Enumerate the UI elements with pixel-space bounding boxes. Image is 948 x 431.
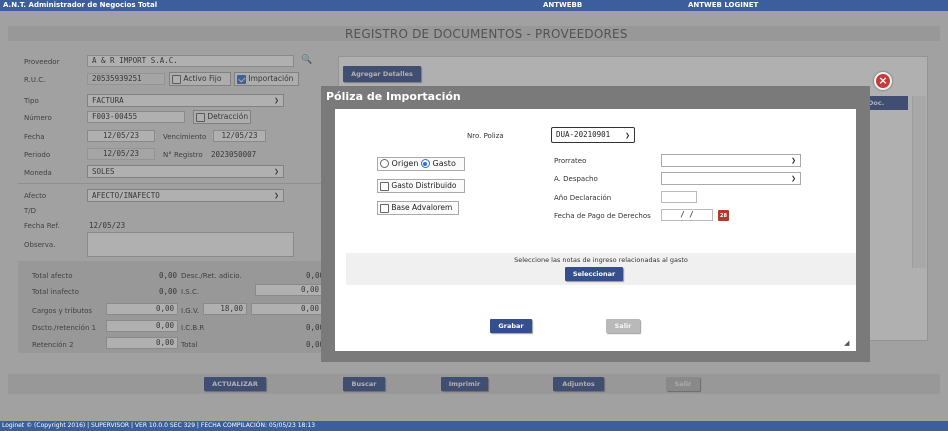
antwebb-link[interactable]: ANTWEBB xyxy=(543,1,582,9)
modal-salir-button[interactable]: Salir xyxy=(606,319,640,333)
resize-handle-icon[interactable]: ◢ xyxy=(844,339,849,347)
close-icon[interactable]: × xyxy=(874,72,892,90)
footer-bar: Loginet © (Copyright 2016) | SUPERVISOR … xyxy=(0,421,948,431)
base-advalorem-checkbox[interactable]: Base Advalorem xyxy=(377,201,459,215)
checkbox-icon xyxy=(380,203,389,213)
gasto-distribuido-checkbox[interactable]: Gasto Distribuido xyxy=(377,179,465,193)
chevron-down-icon: ❯ xyxy=(791,156,796,165)
prorrateo-select[interactable]: ❯ xyxy=(661,154,801,167)
anio-label: Año Declaración xyxy=(554,194,612,202)
chevron-down-icon: ❯ xyxy=(625,131,630,140)
despacho-label: A. Despacho xyxy=(554,175,598,183)
antweb-loginet-link[interactable]: ANTWEB LOGINET xyxy=(688,1,758,9)
origen-gasto-group: Origen Gasto xyxy=(377,157,465,171)
calendar-icon[interactable]: 28 xyxy=(718,210,729,221)
app-title: A.N.T. Administrador de Negocios Total xyxy=(3,1,158,9)
radio-gasto[interactable] xyxy=(420,159,430,168)
radio-origen[interactable] xyxy=(380,159,389,168)
fecha-pago-label: Fecha de Pago de Derechos xyxy=(554,212,651,220)
nro-poliza-select[interactable]: DUA-20210901 ❯ xyxy=(551,127,635,143)
modal-title: Póliza de Importación xyxy=(326,90,461,103)
prorrateo-label: Prorrateo xyxy=(554,157,587,165)
despacho-select[interactable]: ❯ xyxy=(661,172,801,185)
checkbox-icon xyxy=(380,181,389,191)
footer-text: Loginet © (Copyright 2016) | SUPERVISOR … xyxy=(2,422,316,429)
anio-input[interactable] xyxy=(661,191,697,203)
nro-poliza-label: Nro. Poliza xyxy=(467,132,504,140)
chevron-down-icon: ❯ xyxy=(791,174,796,183)
seleccione-text: Seleccione las notas de ingreso relacion… xyxy=(514,256,688,264)
top-bar: A.N.T. Administrador de Negocios Total A… xyxy=(0,0,948,11)
modal-body: Nro. Poliza DUA-20210901 ❯ Origen Gasto G… xyxy=(335,109,856,351)
poliza-modal: Póliza de Importación Nro. Poliza DUA-20… xyxy=(321,86,870,362)
seleccionar-button[interactable]: Seleccionar xyxy=(565,267,623,281)
fecha-pago-input[interactable]: / / xyxy=(661,209,713,221)
grabar-button[interactable]: Grabar xyxy=(490,319,532,333)
